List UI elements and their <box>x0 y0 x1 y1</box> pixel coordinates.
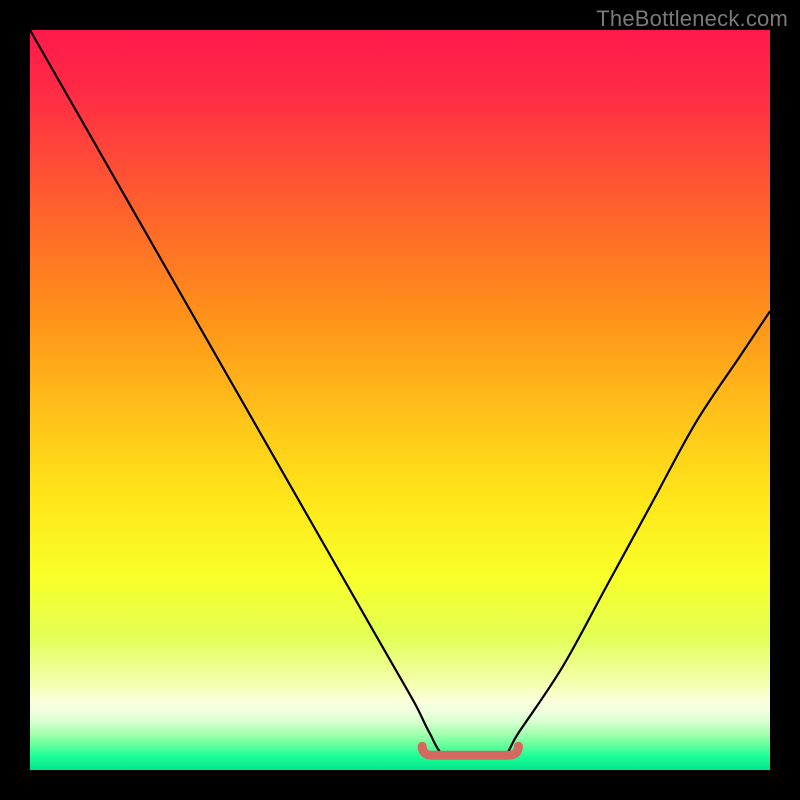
watermark-text: TheBottleneck.com <box>596 6 788 32</box>
chart-frame: TheBottleneck.com <box>0 0 800 800</box>
bottleneck-curve <box>30 30 770 757</box>
plot-area <box>30 30 770 770</box>
curve-layer <box>30 30 770 770</box>
